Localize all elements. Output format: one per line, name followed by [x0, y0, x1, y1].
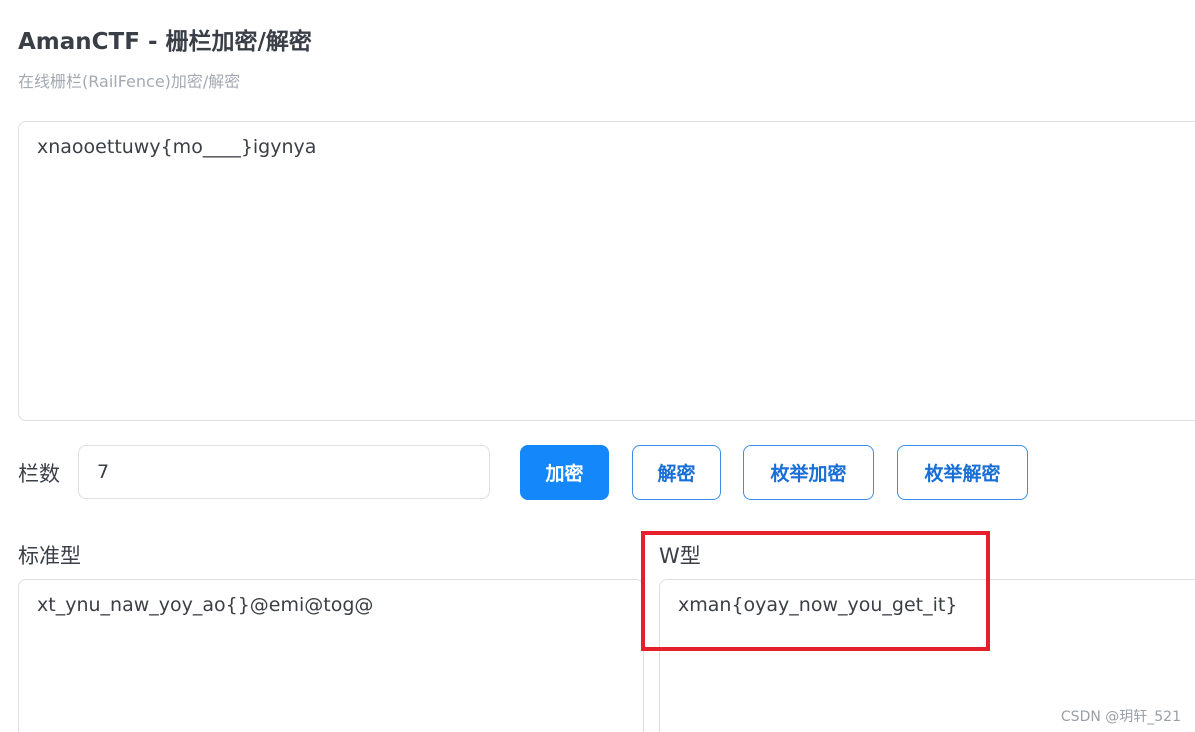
enumerate-encrypt-button[interactable]: 枚举加密: [743, 445, 874, 500]
ciphertext-input[interactable]: xnaooettuwy{mo____}igynya: [18, 121, 1195, 421]
rails-label: 栏数: [18, 462, 60, 486]
encrypt-button[interactable]: 加密: [520, 445, 609, 500]
csdn-watermark: CSDN @玥轩_521: [1060, 709, 1181, 725]
enumerate-decrypt-button[interactable]: 枚举解密: [897, 445, 1028, 500]
standard-output-field[interactable]: xt_ynu_naw_yoy_ao{}@emi@tog@: [18, 579, 644, 732]
standard-output-label: 标准型: [18, 544, 81, 568]
red-highlight-annotation: [641, 531, 990, 651]
decrypt-button[interactable]: 解密: [632, 445, 721, 500]
rails-count-input[interactable]: 7: [78, 445, 490, 499]
page: AmanCTF - 栅栏加密/解密 在线栅栏(RailFence)加密/解密 x…: [0, 0, 1195, 732]
page-subtitle: 在线栅栏(RailFence)加密/解密: [18, 72, 241, 91]
page-title: AmanCTF - 栅栏加密/解密: [18, 29, 312, 55]
